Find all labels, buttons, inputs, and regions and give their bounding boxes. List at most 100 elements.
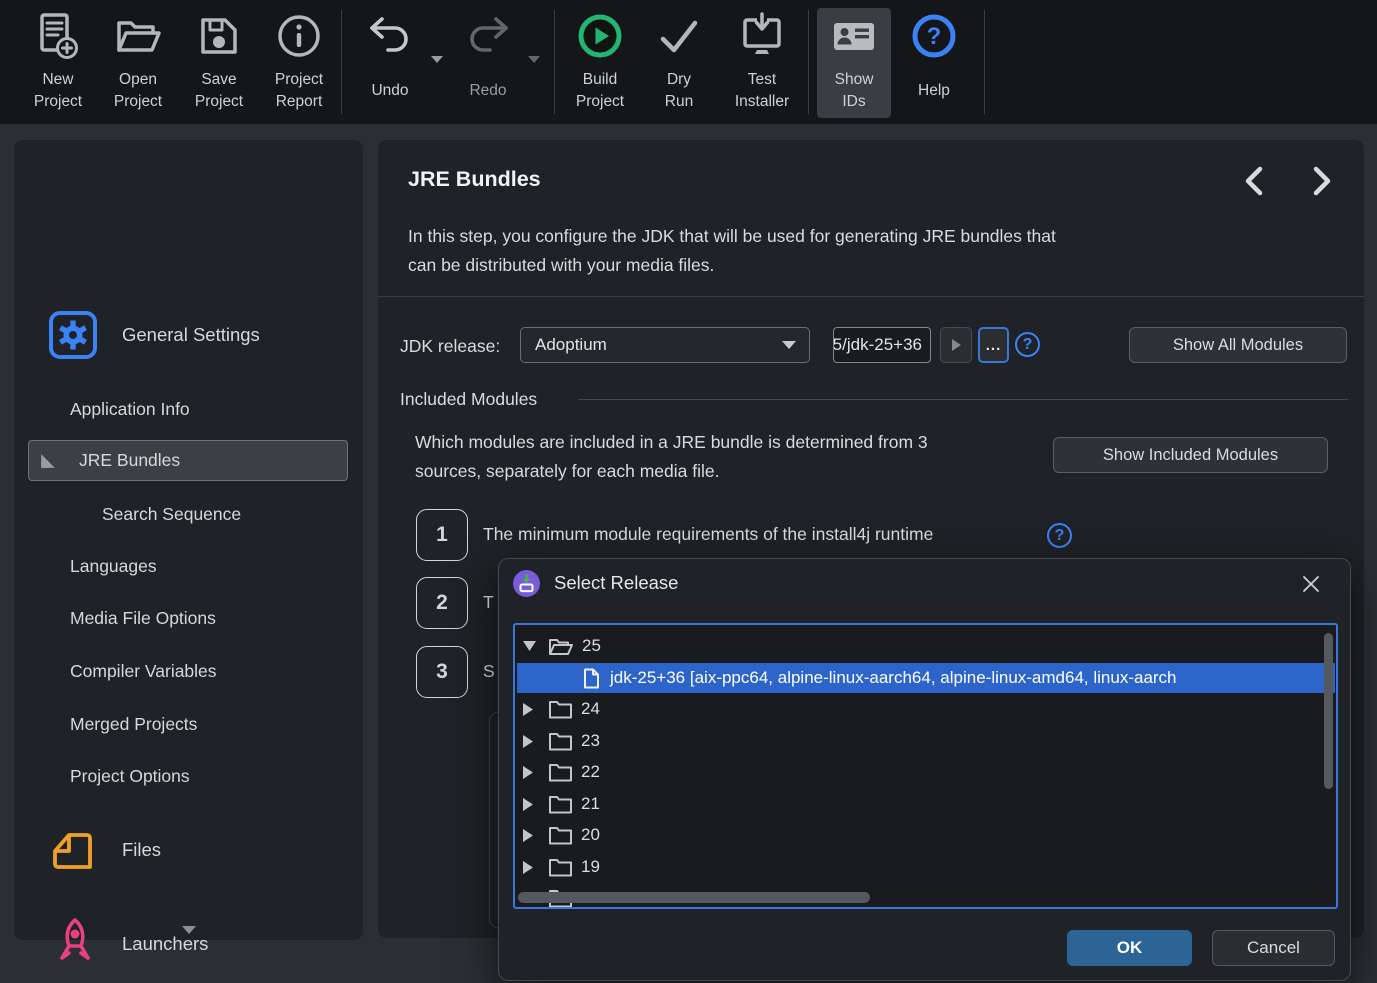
vertical-scrollbar-thumb[interactable] [1324, 633, 1333, 789]
header-separator [378, 296, 1364, 297]
tree-row-21[interactable]: 21 [523, 789, 600, 819]
build-project-label: Build Project [576, 68, 624, 114]
expand-release-button[interactable] [940, 327, 972, 363]
sidebar-item-project-options[interactable]: Project Options [14, 756, 363, 796]
test-installer-label: Test Installer [735, 68, 789, 114]
toolbar-separator [984, 10, 985, 114]
tree-row-19[interactable]: 19 [523, 852, 600, 882]
sidebar-section-files[interactable]: Files [14, 822, 363, 878]
step-1-text: The minimum module requirements of the i… [483, 524, 933, 545]
sidebar-section-launchers[interactable]: Launchers [14, 914, 363, 974]
collapsed-triangle-icon[interactable] [523, 829, 533, 842]
collapsed-triangle-icon[interactable] [523, 735, 533, 748]
tree-row-22[interactable]: 22 [523, 757, 600, 787]
browse-releases-button[interactable]: ... [978, 327, 1009, 363]
included-modules-section-label: Included Modules [400, 389, 537, 410]
collapsed-triangle-icon[interactable] [523, 703, 533, 716]
install4j-app-icon [513, 570, 540, 597]
new-project-button[interactable]: New Project [20, 8, 96, 118]
sidebar-item-label: JRE Bundles [79, 450, 180, 471]
tree-row-jdk-25-36[interactable]: jdk-25+36 [aix-ppc64, alpine-linux-aarch… [517, 663, 1335, 693]
sidebar-item-label: General Settings [122, 324, 260, 346]
open-project-label: Open Project [114, 68, 162, 114]
sidebar-item-compiler-variables[interactable]: Compiler Variables [14, 651, 363, 691]
sidebar-item-label: Project Options [70, 766, 190, 787]
sidebar-item-label: Application Info [70, 399, 190, 420]
id-card-icon [832, 8, 876, 64]
svg-text:?: ? [927, 23, 942, 50]
collapsed-triangle-icon[interactable] [523, 766, 533, 779]
ellipsis-label: ... [986, 337, 1002, 354]
save-floppy-icon [196, 8, 242, 64]
sidebar-item-search-sequence[interactable]: Search Sequence [14, 494, 363, 534]
open-project-button[interactable]: Open Project [100, 8, 176, 118]
sidebar-item-languages[interactable]: Languages [14, 546, 363, 586]
redo-dropdown-caret[interactable] [528, 56, 540, 63]
jdk-help-icon[interactable]: ? [1015, 332, 1040, 357]
toolbar-separator [808, 10, 809, 114]
dry-run-button[interactable]: Dry Run [644, 8, 714, 118]
page-title: JRE Bundles [408, 167, 541, 192]
jdk-vendor-value: Adoptium [535, 335, 607, 355]
section-separator [578, 399, 1348, 400]
step-1-help-icon[interactable]: ? [1047, 523, 1072, 548]
folder-icon [549, 826, 572, 845]
dialog-title: Select Release [554, 572, 678, 594]
sidebar-item-media-file-options[interactable]: Media File Options [14, 598, 363, 638]
previous-step-chevron-icon[interactable] [1240, 164, 1268, 198]
undo-dropdown-caret[interactable] [431, 56, 443, 63]
play-icon [950, 338, 962, 352]
redo-button[interactable]: Redo [450, 8, 526, 118]
sidebar-item-application-info[interactable]: Application Info [14, 389, 363, 429]
folder-icon [549, 795, 572, 814]
select-release-dialog: Select Release 25 [498, 558, 1351, 981]
included-modules-text: Which modules are included in a JRE bund… [415, 428, 928, 486]
tree-row-23[interactable]: 23 [523, 726, 600, 756]
build-project-button[interactable]: Build Project [560, 8, 640, 118]
show-included-modules-button[interactable]: Show Included Modules [1053, 437, 1328, 473]
tree-row-20[interactable]: 20 [523, 820, 600, 850]
save-project-button[interactable]: Save Project [181, 8, 257, 118]
sidebar-item-label: Media File Options [70, 608, 216, 629]
collapsed-triangle-icon[interactable] [523, 861, 533, 874]
close-icon[interactable] [1300, 573, 1322, 595]
sidebar-item-merged-projects[interactable]: Merged Projects [14, 704, 363, 744]
sidebar-item-label: Languages [70, 556, 157, 577]
project-report-button[interactable]: Project Report [261, 8, 337, 118]
collapsed-triangle-icon[interactable] [523, 798, 533, 811]
test-installer-button[interactable]: Test Installer [720, 8, 804, 118]
undo-label: Undo [371, 68, 408, 114]
ok-button[interactable]: OK [1067, 930, 1192, 966]
release-tree[interactable]: 25 jdk-25+36 [aix-ppc64, alpine-linux-aa… [513, 623, 1338, 909]
jdk-vendor-dropdown[interactable]: Adoptium [520, 327, 810, 363]
sidebar-item-jre-bundles[interactable]: JRE Bundles [28, 440, 348, 481]
step-1-number: 1 [416, 509, 468, 561]
sidebar-scroll-down-icon[interactable] [182, 926, 196, 934]
show-ids-button[interactable]: Show IDs [817, 8, 891, 118]
jdk-release-field[interactable]: 25/jdk-25+36 [833, 327, 931, 363]
monitor-download-icon [738, 8, 786, 64]
sidebar-item-label: Merged Projects [70, 714, 197, 735]
dry-run-label: Dry Run [665, 68, 693, 114]
tree-row-label: 20 [581, 825, 600, 845]
cancel-button[interactable]: Cancel [1212, 930, 1335, 966]
sidebar-section-general-settings[interactable]: General Settings [14, 308, 363, 362]
install4j-window: New Project Open Project Save Project [0, 0, 1377, 983]
tree-row-24[interactable]: 24 [523, 694, 600, 724]
sidebar-item-label: Launchers [122, 933, 208, 955]
tree-row-label: 19 [581, 857, 600, 877]
tree-row-25[interactable]: 25 [523, 631, 601, 661]
sidebar-item-label: Search Sequence [102, 504, 241, 525]
cancel-label: Cancel [1247, 938, 1300, 958]
files-icon [48, 826, 98, 874]
open-folder-icon [113, 8, 163, 64]
sidebar: General Settings Application Info JRE Bu… [14, 140, 363, 940]
undo-button[interactable]: Undo [352, 8, 428, 118]
next-step-chevron-icon[interactable] [1308, 164, 1336, 198]
expanded-triangle-icon[interactable] [523, 641, 536, 651]
sidebar-item-label: Files [122, 839, 161, 861]
help-button[interactable]: ? Help [896, 8, 972, 118]
horizontal-scrollbar-thumb[interactable] [518, 892, 870, 903]
show-all-modules-button[interactable]: Show All Modules [1129, 327, 1347, 363]
toolbar-separator [554, 10, 555, 114]
